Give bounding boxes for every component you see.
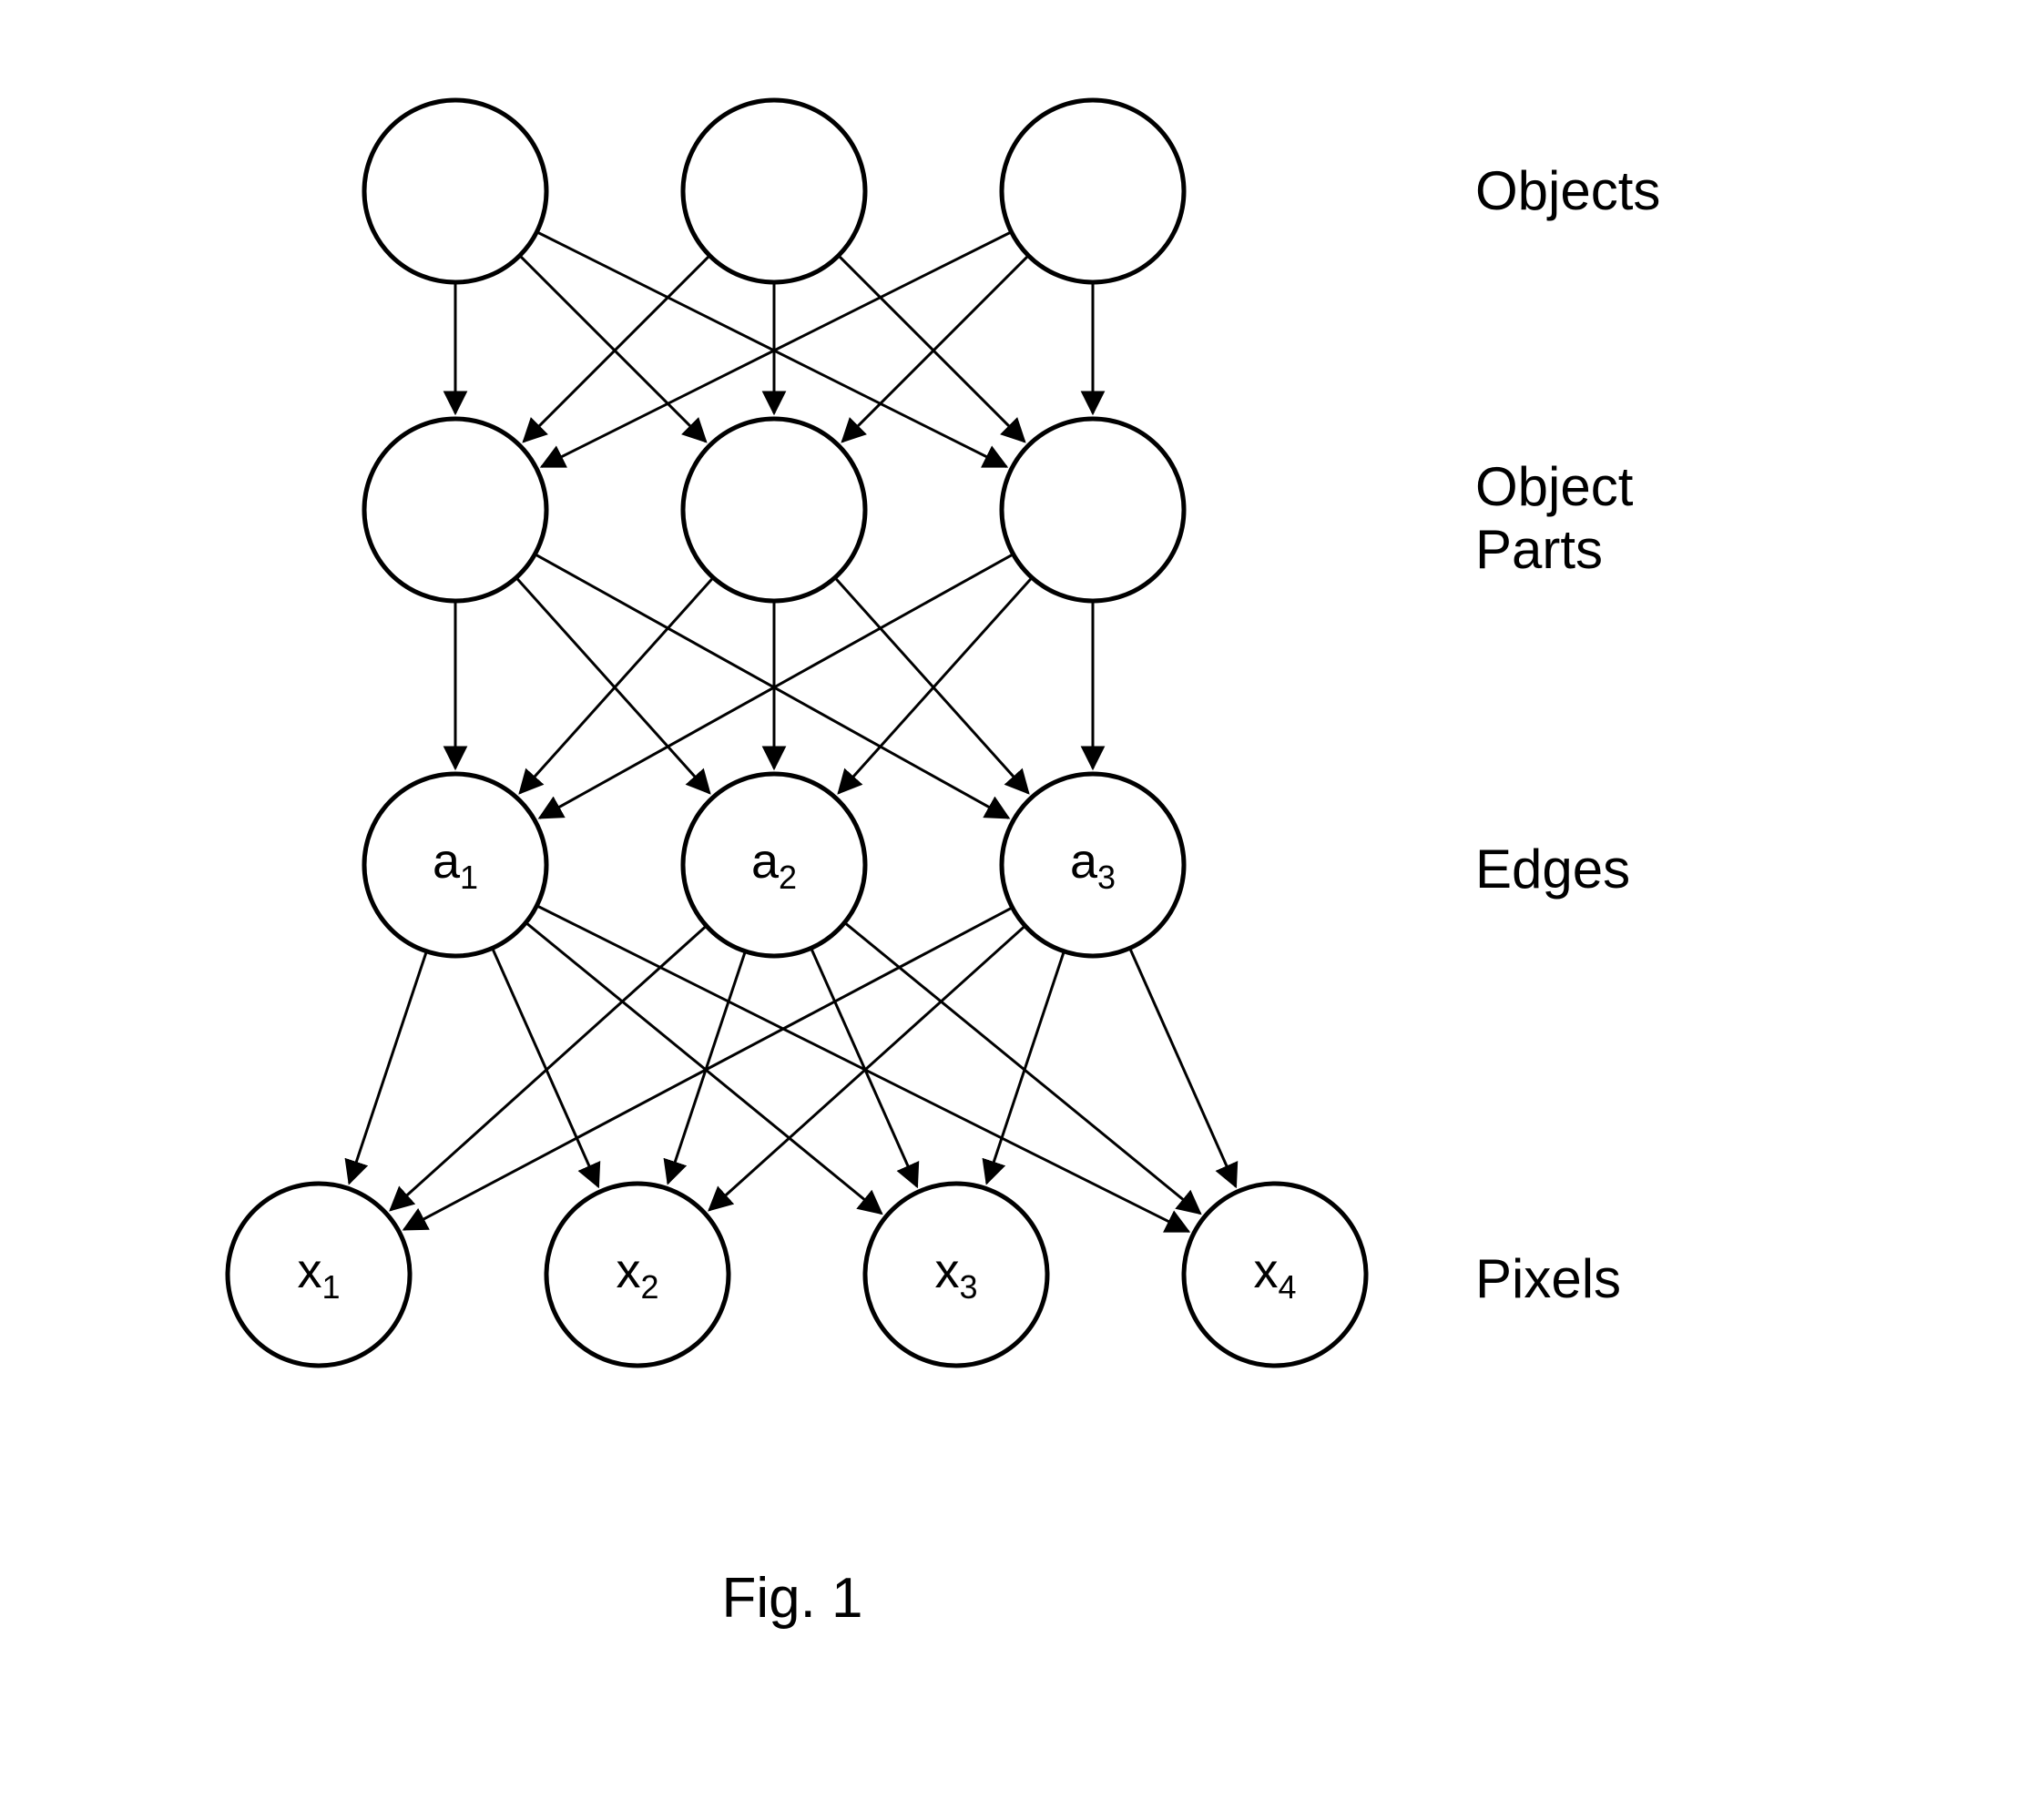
- edge-arrow: [811, 948, 917, 1186]
- edge-arrow: [987, 951, 1065, 1184]
- node-label-base: x: [934, 1244, 959, 1298]
- node-label-a1: a1: [433, 833, 478, 897]
- node-label-base: a: [1070, 834, 1097, 889]
- node-o2: [683, 100, 865, 282]
- edge-arrow: [1130, 948, 1236, 1186]
- edge-arrow: [493, 948, 598, 1186]
- node-label-base: x: [616, 1244, 640, 1298]
- edge-arrow: [516, 577, 709, 793]
- node-label-sub: 2: [640, 1268, 658, 1306]
- edge-arrow: [835, 577, 1028, 793]
- node-label-base: a: [751, 834, 779, 889]
- layer-label-edges: Edges: [1475, 838, 1630, 900]
- node-label-a2: a2: [751, 833, 797, 897]
- edge-arrow: [668, 951, 746, 1184]
- node-p1: [364, 419, 546, 601]
- layer-label-object-parts: Object Parts: [1475, 455, 1633, 581]
- node-o3: [1002, 100, 1184, 282]
- node-p2: [683, 419, 865, 601]
- node-label-base: x: [297, 1244, 321, 1298]
- node-label-x2: x2: [616, 1243, 658, 1307]
- node-label-base: x: [1253, 1244, 1278, 1298]
- edge-arrow: [525, 922, 882, 1214]
- node-label-x4: x4: [1253, 1243, 1296, 1307]
- edge-arrow: [524, 256, 709, 442]
- edge-arrow: [391, 926, 707, 1210]
- edge-arrow: [350, 951, 427, 1184]
- edge-arrow: [709, 926, 1025, 1210]
- node-label-sub: 2: [779, 859, 797, 896]
- edge-arrow: [842, 256, 1028, 442]
- network-svg: [0, 0, 2039, 1820]
- edge-arrow: [520, 577, 713, 793]
- figure-canvas: Objects Object Parts Edges Pixels a1a2a3…: [0, 0, 2039, 1820]
- node-label-sub: 1: [321, 1268, 340, 1306]
- edge-arrow: [844, 922, 1200, 1214]
- edge-arrow: [520, 256, 706, 442]
- layer-label-objects: Objects: [1475, 159, 1660, 222]
- node-label-sub: 1: [460, 859, 478, 896]
- node-label-x1: x1: [297, 1243, 340, 1307]
- node-label-base: a: [433, 834, 460, 889]
- node-label-a3: a3: [1070, 833, 1116, 897]
- figure-caption: Fig. 1: [721, 1566, 862, 1631]
- edge-arrow: [839, 577, 1032, 793]
- node-label-sub: 3: [959, 1268, 977, 1306]
- layer-label-pixels: Pixels: [1475, 1247, 1621, 1310]
- node-label-sub: 3: [1097, 859, 1116, 896]
- edge-arrow: [839, 256, 1025, 442]
- node-label-x3: x3: [934, 1243, 977, 1307]
- node-p3: [1002, 419, 1184, 601]
- node-o1: [364, 100, 546, 282]
- node-label-sub: 4: [1278, 1268, 1296, 1306]
